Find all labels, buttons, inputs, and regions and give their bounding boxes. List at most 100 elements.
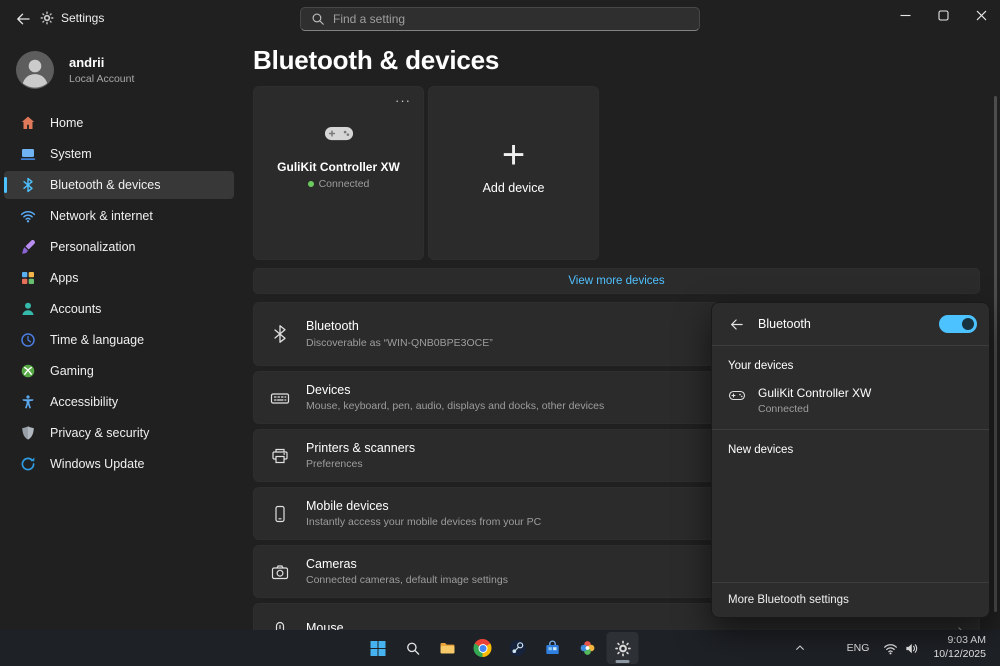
gamepad-icon: [728, 386, 746, 404]
minimize-button[interactable]: [886, 0, 924, 30]
home-icon: [20, 115, 36, 131]
user-account-block[interactable]: andrii Local Account: [16, 51, 240, 89]
user-account-type: Local Account: [69, 72, 135, 85]
view-more-devices-button[interactable]: View more devices: [253, 268, 980, 294]
close-button[interactable]: [962, 0, 1000, 30]
flyout-header: Bluetooth: [712, 303, 989, 346]
accessibility-icon: [20, 394, 36, 410]
system-icon: [20, 146, 36, 162]
device-card-gulikit[interactable]: ··· GuliKit Controller XW Connected: [253, 86, 424, 260]
taskbar-store-button[interactable]: [537, 632, 569, 664]
sidebar-item-personalization[interactable]: Personalization: [4, 233, 234, 261]
gear-icon: [40, 11, 54, 25]
camera-icon: [270, 562, 290, 582]
wifi-icon: [883, 641, 898, 656]
search-icon: [311, 12, 325, 26]
personalization-icon: [20, 239, 36, 255]
bluetooth-icon: [20, 177, 36, 193]
app-title: Settings: [40, 11, 104, 25]
more-icon: ···: [395, 93, 411, 108]
volume-icon: [904, 641, 919, 656]
hidden-icons-button[interactable]: [787, 633, 813, 663]
taskbar-photos-button[interactable]: [572, 632, 604, 664]
clock-date: 10/12/2025: [933, 648, 986, 660]
steam-icon: [509, 639, 527, 657]
maximize-button[interactable]: [924, 0, 962, 30]
search-box[interactable]: [300, 7, 700, 31]
device-name: GuliKit Controller XW: [277, 160, 400, 174]
sidebar-item-bluetooth-devices[interactable]: Bluetooth & devices: [4, 171, 234, 199]
sidebar-item-accessibility[interactable]: Accessibility: [4, 388, 234, 416]
taskbar-tray: ENG 9:03 AM 10/12/2025: [787, 630, 994, 666]
taskbar-steam-button[interactable]: [502, 632, 534, 664]
time-language-icon: [20, 332, 36, 348]
printer-icon: [270, 446, 290, 466]
taskbar-settings-button[interactable]: [606, 632, 639, 664]
back-icon: [729, 317, 744, 332]
windows-update-icon: [20, 456, 36, 472]
flyout-back-button[interactable]: [724, 312, 748, 336]
mouse-icon: [270, 620, 290, 630]
language-indicator[interactable]: ENG: [839, 638, 878, 658]
new-devices-header: New devices: [728, 444, 794, 456]
plus-icon: +: [501, 133, 526, 177]
taskbar-chrome-button[interactable]: [467, 632, 499, 664]
sidebar-item-system[interactable]: System: [4, 140, 234, 168]
apps-icon: [20, 270, 36, 286]
devices-icon: [270, 388, 290, 408]
user-name: andrii: [69, 55, 105, 71]
store-icon: [544, 639, 562, 657]
bluetooth-toggle[interactable]: [939, 315, 977, 333]
device-cards: ··· GuliKit Controller XW Connected + Ad…: [253, 86, 980, 260]
add-device-card[interactable]: + Add device: [428, 86, 599, 260]
your-devices-header: Your devices: [728, 360, 794, 372]
network-icon: [20, 208, 36, 224]
app-title-text: Settings: [61, 11, 105, 25]
device-status: Connected: [307, 178, 369, 190]
taskbar-file-explorer-button[interactable]: [432, 632, 464, 664]
toggle-knob: [962, 318, 974, 330]
photos-icon: [579, 639, 597, 657]
more-bluetooth-settings-link[interactable]: More Bluetooth settings: [712, 582, 989, 617]
back-button[interactable]: [8, 5, 38, 33]
gaming-icon: [20, 363, 36, 379]
flyout-title: Bluetooth: [758, 317, 811, 331]
connected-status-dot: [307, 181, 314, 187]
bluetooth-flyout: Bluetooth Your devices GuliKit Controlle…: [711, 302, 990, 618]
sidebar-item-network-internet[interactable]: Network & internet: [4, 202, 234, 230]
privacy-icon: [20, 425, 36, 441]
clock-tray[interactable]: 9:03 AM 10/12/2025: [925, 632, 994, 663]
chevron-right-icon: ›: [957, 620, 963, 630]
sidebar-item-home[interactable]: Home: [4, 109, 234, 137]
sidebar: andrii Local Account Home System Bluetoo…: [0, 38, 250, 630]
titlebar: Settings: [0, 0, 1000, 38]
sidebar-item-gaming[interactable]: Gaming: [4, 357, 234, 385]
page-title: Bluetooth & devices: [253, 45, 500, 75]
avatar: [16, 51, 54, 89]
search-icon: [405, 641, 420, 656]
accounts-icon: [20, 301, 36, 317]
sidebar-item-windows-update[interactable]: Windows Update: [4, 450, 234, 478]
mobile-icon: [270, 504, 290, 524]
back-icon: [15, 11, 31, 27]
add-device-label: Add device: [482, 181, 545, 195]
gamepad-icon: [324, 123, 354, 144]
sidebar-item-apps[interactable]: Apps: [4, 264, 234, 292]
flyout-device-item[interactable]: GuliKit Controller XW Connected: [712, 376, 989, 430]
search-input[interactable]: [333, 12, 689, 26]
gear-icon: [614, 640, 631, 657]
bluetooth-icon: [270, 324, 290, 344]
more-options-button[interactable]: ···: [391, 89, 415, 112]
taskbar-search-button[interactable]: [397, 632, 429, 664]
file-explorer-icon: [439, 639, 457, 657]
chrome-icon: [473, 639, 492, 657]
sidebar-item-accounts[interactable]: Accounts: [4, 295, 234, 323]
taskbar-start-button[interactable]: [362, 632, 394, 664]
sidebar-item-privacy-security[interactable]: Privacy & security: [4, 419, 234, 447]
taskbar: ENG 9:03 AM 10/12/2025: [0, 630, 1000, 666]
content-scrollbar[interactable]: [994, 96, 997, 612]
start-icon: [370, 640, 385, 656]
network-volume-button[interactable]: [877, 637, 925, 660]
chevron-up-icon: [794, 642, 806, 654]
sidebar-item-time-language[interactable]: Time & language: [4, 326, 234, 354]
